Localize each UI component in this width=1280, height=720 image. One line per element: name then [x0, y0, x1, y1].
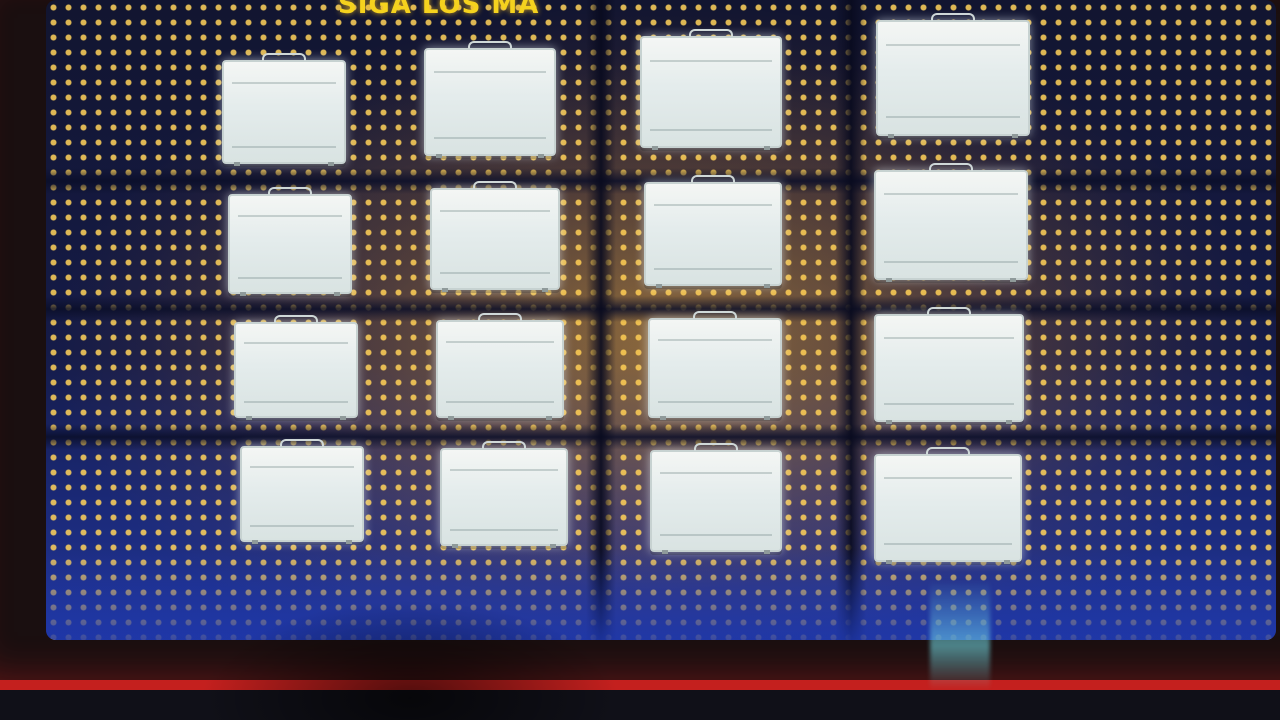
grid-band: [836, 0, 866, 640]
grid-band: [46, 424, 1276, 450]
briefcase-icon: [929, 163, 973, 171]
briefcase-icon: [926, 447, 970, 455]
briefcase-icon: [691, 175, 735, 183]
briefcase-icon: [693, 311, 737, 319]
briefcase-icon: [482, 441, 526, 449]
briefcase-icon: [473, 181, 517, 189]
briefcase-7[interactable]: [644, 175, 782, 288]
grid-band: [586, 0, 616, 640]
briefcase-2[interactable]: [424, 41, 556, 158]
briefcase-icon: [268, 187, 312, 195]
briefcase-10[interactable]: [436, 313, 564, 420]
game-screen: SIGA LOS MA: [46, 0, 1276, 640]
briefcase-icon: [274, 315, 318, 323]
briefcase-icon: [262, 53, 306, 61]
briefcase-4[interactable]: [876, 13, 1030, 138]
briefcase-3[interactable]: [640, 29, 782, 150]
briefcase-12[interactable]: [874, 307, 1024, 424]
briefcase-icon: [694, 443, 738, 451]
briefcase-13[interactable]: [240, 439, 364, 544]
briefcase-icon: [280, 439, 324, 447]
briefcase-9[interactable]: [234, 315, 358, 420]
briefcase-icon: [927, 307, 971, 315]
briefcase-5[interactable]: [228, 187, 352, 296]
briefcase-14[interactable]: [440, 441, 568, 548]
briefcase-icon: [478, 313, 522, 321]
briefcase-8[interactable]: [874, 163, 1028, 282]
briefcase-icon: [931, 13, 975, 21]
briefcase-icon: [468, 41, 512, 49]
game-cabinet: SIGA LOS MA: [0, 0, 1280, 720]
briefcase-6[interactable]: [430, 181, 560, 292]
briefcase-1[interactable]: [222, 53, 346, 166]
briefcase-11[interactable]: [648, 311, 782, 420]
light-reflection: [930, 580, 990, 690]
briefcase-15[interactable]: [650, 443, 782, 554]
screen-reflection: [200, 600, 620, 720]
briefcase-icon: [689, 29, 733, 37]
briefcase-16[interactable]: [874, 447, 1022, 564]
game-title: SIGA LOS MA: [338, 0, 540, 20]
